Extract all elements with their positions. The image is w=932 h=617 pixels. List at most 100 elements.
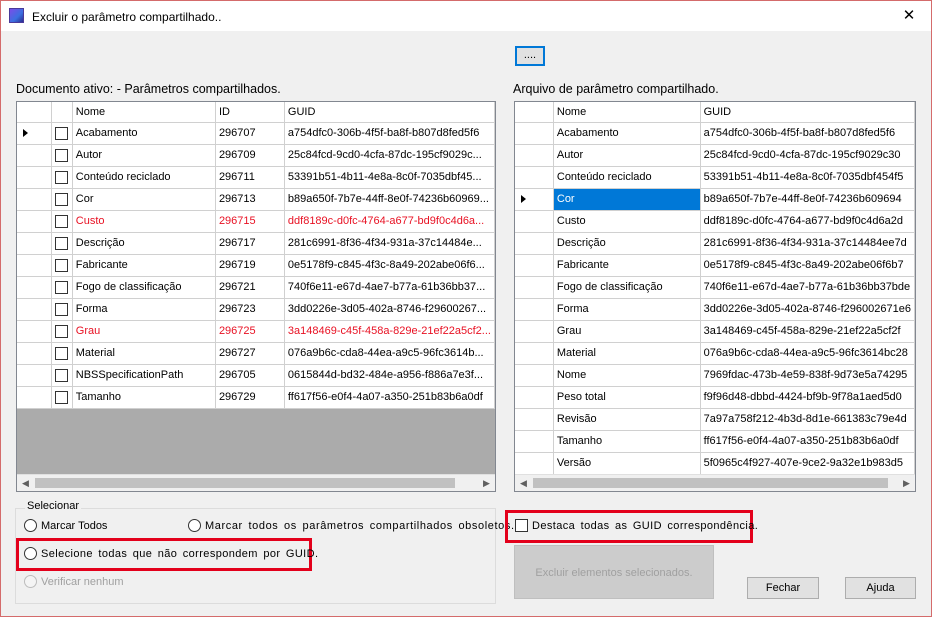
- cell-guid[interactable]: b89a650f-7b7e-44ff-8e0f-74236b60969...: [284, 188, 495, 211]
- cell-guid[interactable]: 0e5178f9-c845-4f3c-8a49-202abe06f6b7: [700, 254, 915, 277]
- table-row[interactable]: Cor 296713 b89a650f-7b7e-44ff-8e0f-74236b6…: [17, 188, 495, 211]
- cell-guid[interactable]: 53391b51-4b11-4e8a-8c0f-7035dbf454f5: [700, 166, 915, 189]
- row-checkbox-cell[interactable]: [51, 166, 73, 189]
- row-checkbox-cell[interactable]: [51, 364, 73, 387]
- cell-guid[interactable]: 3dd0226e-3d05-402a-8746-f29600267...: [284, 298, 495, 321]
- row-checkbox-cell[interactable]: [51, 342, 73, 365]
- row-checkbox-cell[interactable]: [51, 232, 73, 255]
- row-header[interactable]: [515, 122, 554, 145]
- cell-name[interactable]: Custo: [553, 210, 701, 233]
- cell-id[interactable]: 296711: [215, 166, 285, 189]
- table-row[interactable]: Acabamento 296707 a754dfc0-306b-4f5f-ba8f-…: [17, 122, 495, 145]
- cell-name[interactable]: Material: [72, 342, 216, 365]
- cell-id[interactable]: 296705: [215, 364, 285, 387]
- close-window-button[interactable]: ✕: [887, 1, 931, 31]
- table-row[interactable]: Tamanho ff617f56-e0f4-4a07-a350-251b83b6a…: [515, 430, 915, 453]
- row-header[interactable]: [17, 386, 52, 409]
- row-header[interactable]: [17, 298, 52, 321]
- cell-id[interactable]: 296715: [215, 210, 285, 233]
- row-header[interactable]: [515, 364, 554, 387]
- cell-name[interactable]: Descrição: [72, 232, 216, 255]
- table-row[interactable]: Custo ddf8189c-d0fc-4764-a677-bd9f0c4d6a2…: [515, 210, 915, 233]
- column-header-guid[interactable]: GUID: [284, 102, 495, 123]
- row-checkbox-cell[interactable]: [51, 254, 73, 277]
- row-header[interactable]: [515, 452, 554, 475]
- row-checkbox-cell[interactable]: [51, 320, 73, 343]
- cell-name[interactable]: Fabricante: [72, 254, 216, 277]
- cell-guid[interactable]: 281c6991-8f36-4f34-931a-37c14484ee7d: [700, 232, 915, 255]
- table-row[interactable]: Cor b89a650f-7b7e-44ff-8e0f-74236b609694: [515, 188, 915, 211]
- active-document-grid[interactable]: Nome ID GUID Acabamento 296707 a754dfc0-30…: [16, 101, 496, 492]
- close-button[interactable]: Fechar: [747, 577, 819, 599]
- cell-id[interactable]: 296721: [215, 276, 285, 299]
- table-row[interactable]: Versão 5f0965c4f927-407e-9ce2-9a32e1b983d…: [515, 452, 915, 475]
- cell-name[interactable]: Cor: [72, 188, 216, 211]
- table-row[interactable]: Forma 296723 3dd0226e-3d05-402a-8746-f2960…: [17, 298, 495, 321]
- table-row[interactable]: Forma 3dd0226e-3d05-402a-8746-f296002671e…: [515, 298, 915, 321]
- cell-id[interactable]: 296713: [215, 188, 285, 211]
- cell-guid[interactable]: 740f6e11-e67d-4ae7-b77a-61b36bb37...: [284, 276, 495, 299]
- cell-name[interactable]: Fogo de classificação: [72, 276, 216, 299]
- help-button[interactable]: Ajuda: [845, 577, 916, 599]
- cell-name[interactable]: Cor: [553, 188, 701, 211]
- cell-guid[interactable]: ddf8189c-d0fc-4764-a677-bd9f0c4d6a2d: [700, 210, 915, 233]
- table-row[interactable]: Fabricante 0e5178f9-c845-4f3c-8a49-202abe…: [515, 254, 915, 277]
- table-row[interactable]: Fogo de classificação 296721 740f6e11-e67d…: [17, 276, 495, 299]
- row-header[interactable]: [17, 144, 52, 167]
- horizontal-scrollbar[interactable]: ◀ ▶: [17, 474, 495, 491]
- row-header[interactable]: [515, 254, 554, 277]
- cell-guid[interactable]: b89a650f-7b7e-44ff-8e0f-74236b609694: [700, 188, 915, 211]
- cell-guid[interactable]: 3a148469-c45f-458a-829e-21ef22a5cf2...: [284, 320, 495, 343]
- table-row[interactable]: Conteúdo reciclado 296711 53391b51-4b11-4e…: [17, 166, 495, 189]
- row-header[interactable]: [515, 144, 554, 167]
- scroll-left-icon[interactable]: ◀: [515, 475, 532, 491]
- highlight-matching-guid-checkbox[interactable]: Destaca todas as GUID correspondência.: [515, 519, 758, 532]
- cell-name[interactable]: Grau: [72, 320, 216, 343]
- column-header-name[interactable]: Nome: [72, 102, 216, 123]
- row-checkbox-cell[interactable]: [51, 210, 73, 233]
- scroll-right-icon[interactable]: ▶: [478, 475, 495, 491]
- cell-guid[interactable]: 0e5178f9-c845-4f3c-8a49-202abe06f6...: [284, 254, 495, 277]
- cell-name[interactable]: Versão: [553, 452, 701, 475]
- table-row[interactable]: Peso total f9f96d48-dbbd-4424-bf9b-9f78a1…: [515, 386, 915, 409]
- row-checkbox-cell[interactable]: [51, 386, 73, 409]
- row-header[interactable]: [17, 232, 52, 255]
- table-row[interactable]: Nome 7969fdac-473b-4e59-838f-9d73e5a74295: [515, 364, 915, 387]
- cell-guid[interactable]: 3a148469-c45f-458a-829e-21ef22a5cf2f: [700, 320, 915, 343]
- table-row[interactable]: Acabamento a754dfc0-306b-4f5f-ba8f-b807d8…: [515, 122, 915, 145]
- cell-guid[interactable]: 3dd0226e-3d05-402a-8746-f296002671e6: [700, 298, 915, 321]
- cell-guid[interactable]: 281c6991-8f36-4f34-931a-37c14484e...: [284, 232, 495, 255]
- mark-obsolete-radio[interactable]: Marcar todos os parâmetros compartilhado…: [188, 519, 515, 532]
- table-row[interactable]: Grau 296725 3a148469-c45f-458a-829e-21ef22…: [17, 320, 495, 343]
- table-row[interactable]: Material 296727 076a9b6c-cda8-44ea-a9c5-96…: [17, 342, 495, 365]
- row-header[interactable]: [515, 298, 554, 321]
- cell-id[interactable]: 296709: [215, 144, 285, 167]
- row-header[interactable]: [515, 166, 554, 189]
- table-row[interactable]: Descrição 296717 281c6991-8f36-4f34-931a-3…: [17, 232, 495, 255]
- cell-id[interactable]: 296717: [215, 232, 285, 255]
- table-row[interactable]: Fogo de classificação 740f6e11-e67d-4ae7-…: [515, 276, 915, 299]
- column-header-id[interactable]: ID: [215, 102, 285, 123]
- select-unmatched-radio[interactable]: Selecione todas que não correspondem por…: [24, 547, 318, 560]
- cell-guid[interactable]: 25c84fcd-9cd0-4cfa-87dc-195cf9029c...: [284, 144, 495, 167]
- row-header[interactable]: [515, 408, 554, 431]
- shared-parameter-file-grid[interactable]: Nome GUID Acabamento a754dfc0-306b-4f5f-b…: [514, 101, 916, 492]
- table-row[interactable]: Grau 3a148469-c45f-458a-829e-21ef22a5cf2f: [515, 320, 915, 343]
- cell-guid[interactable]: a754dfc0-306b-4f5f-ba8f-b807d8fed5f6: [284, 122, 495, 145]
- row-header[interactable]: [515, 430, 554, 453]
- table-row[interactable]: NBSSpecificationPath 296705 0615844d-bd32-…: [17, 364, 495, 387]
- cell-guid[interactable]: 53391b51-4b11-4e8a-8c0f-7035dbf45...: [284, 166, 495, 189]
- row-header[interactable]: [17, 364, 52, 387]
- cell-name[interactable]: Forma: [72, 298, 216, 321]
- cell-guid[interactable]: 076a9b6c-cda8-44ea-a9c5-96fc3614b...: [284, 342, 495, 365]
- column-header-check[interactable]: [51, 102, 73, 123]
- row-header[interactable]: [17, 276, 52, 299]
- scrollbar-thumb[interactable]: [533, 478, 888, 488]
- row-header[interactable]: [515, 210, 554, 233]
- cell-name[interactable]: Autor: [553, 144, 701, 167]
- row-header[interactable]: [515, 320, 554, 343]
- row-header[interactable]: [515, 386, 554, 409]
- row-header[interactable]: [17, 254, 52, 277]
- cell-guid[interactable]: 25c84fcd-9cd0-4cfa-87dc-195cf9029c30: [700, 144, 915, 167]
- row-header[interactable]: [515, 232, 554, 255]
